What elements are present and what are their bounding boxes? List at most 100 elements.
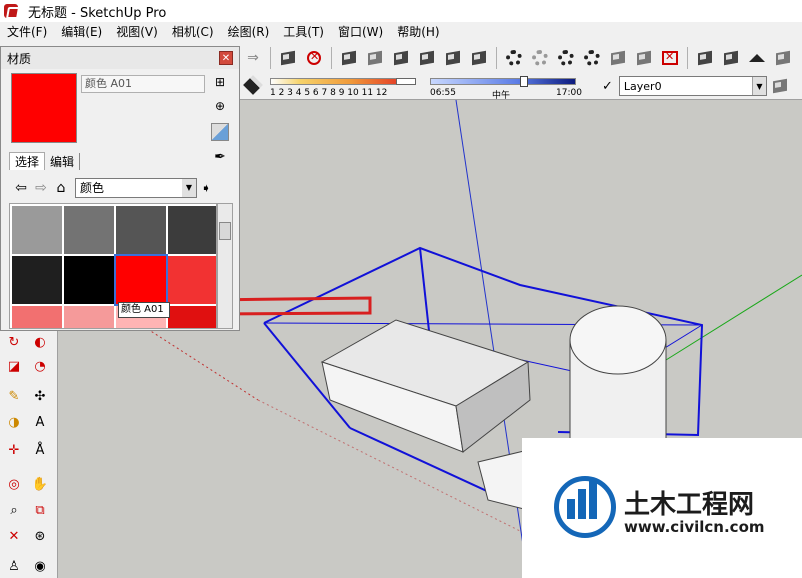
iso-view-icon[interactable] — [338, 47, 360, 69]
back-view-icon[interactable] — [442, 47, 464, 69]
print-icon[interactable] — [277, 47, 299, 69]
eyedropper-icon[interactable]: ✒ — [211, 149, 229, 167]
material-swatch[interactable] — [116, 206, 166, 254]
materials-panel-title: 材质 — [7, 51, 32, 66]
component-share-icon[interactable] — [720, 47, 742, 69]
month-slider-thumb[interactable] — [396, 78, 416, 85]
menu-file[interactable]: 文件(F) — [0, 22, 54, 42]
watermark-title: 土木工程网 — [624, 490, 755, 520]
scale-icon[interactable]: ◪ — [4, 356, 24, 376]
previous-view-icon[interactable]: ⊛ — [30, 526, 50, 546]
swatch-scrollbar[interactable] — [217, 203, 233, 329]
home-icon[interactable]: ⌂ — [51, 180, 71, 196]
menu-edit[interactable]: 编辑(E) — [54, 22, 109, 42]
material-swatch-selected[interactable] — [114, 254, 168, 306]
offset-icon[interactable]: ◔ — [30, 356, 50, 376]
material-swatch[interactable] — [168, 256, 216, 304]
layer-name: Layer0 — [623, 79, 662, 93]
collection-dropdown[interactable]: 颜色 ▼ — [75, 178, 197, 198]
shadow-toolbar: 1 2 3 4 5 6 7 8 9 10 11 12 06:55 中午 17:0… — [240, 74, 590, 101]
time-end-label: 17:00 — [556, 88, 582, 98]
look-around-icon[interactable]: ◉ — [30, 556, 50, 576]
menu-help[interactable]: 帮助(H) — [390, 22, 446, 42]
pan-icon[interactable]: ✋ — [30, 474, 50, 494]
chevron-down-icon[interactable]: ▼ — [182, 179, 196, 197]
menu-tools[interactable]: 工具(T) — [276, 22, 331, 42]
material-swatch[interactable] — [12, 256, 62, 304]
menu-view[interactable]: 视图(V) — [109, 22, 165, 42]
box-object[interactable] — [320, 319, 531, 453]
shaded-style-icon[interactable] — [581, 47, 603, 69]
materials-panel: 材质 ✕ 颜色 A01 ⊞ ⊕ 选择 编辑 ✒ ⇦ ⇨ ⌂ 颜色 ▼ ➧ — [0, 46, 240, 331]
current-material-preview — [11, 73, 77, 143]
layer-manager-icon[interactable] — [769, 75, 791, 97]
create-material-icon[interactable]: ⊞ — [211, 73, 229, 91]
menu-camera[interactable]: 相机(C) — [165, 22, 221, 42]
material-swatch[interactable] — [168, 306, 216, 328]
material-swatch[interactable] — [64, 206, 114, 254]
eraser-icon[interactable] — [243, 75, 263, 95]
close-icon[interactable]: ✕ — [219, 51, 233, 65]
layer-dropdown[interactable]: Layer0 ▼ — [618, 76, 767, 96]
menu-bar: 文件(F) 编辑(E) 视图(V) 相机(C) 绘图(R) 工具(T) 窗口(W… — [0, 22, 802, 42]
back-arrow-icon[interactable]: ⇦ — [11, 180, 31, 196]
rotate-icon[interactable]: ↻ — [4, 332, 24, 352]
checkmark-icon: ✓ — [602, 78, 613, 94]
toolbar-divider — [496, 47, 497, 69]
details-arrow-icon[interactable]: ➧ — [201, 181, 211, 195]
default-material-icon[interactable] — [211, 123, 229, 141]
materials-nav: ⇦ ⇨ ⌂ 颜色 ▼ ➧ — [11, 177, 233, 199]
left-tool-palette: ↻ ◐ ◪ ◔ ✎ ✣ ◑ A ✛ Å ◎ ✋ ⌕ ⧉ ✕ ⊛ ♙ ◉ — [0, 330, 58, 578]
material-swatch-grid — [9, 203, 217, 329]
material-swatch[interactable] — [64, 306, 114, 328]
text-icon[interactable]: A — [30, 412, 50, 432]
warehouse-icon[interactable] — [694, 47, 716, 69]
menu-window[interactable]: 窗口(W) — [331, 22, 390, 42]
material-swatch[interactable] — [168, 206, 216, 254]
section-plane-icon[interactable] — [659, 47, 681, 69]
material-swatch[interactable] — [12, 306, 62, 328]
cylinder-object[interactable] — [569, 305, 667, 440]
time-slider-thumb[interactable] — [520, 76, 528, 87]
forward-arrow-icon[interactable]: ⇨ — [31, 180, 51, 196]
3d-text-icon[interactable]: Å — [30, 440, 50, 460]
tape-measure-icon[interactable]: ✎ — [4, 386, 24, 406]
dimension-icon[interactable]: ✣ — [30, 386, 50, 406]
position-camera-icon[interactable]: ♙ — [4, 556, 24, 576]
left-view-icon[interactable] — [468, 47, 490, 69]
protractor-icon[interactable]: ◑ — [4, 412, 24, 432]
time-slider[interactable] — [430, 78, 576, 85]
month-slider[interactable] — [270, 78, 416, 85]
main-toolbar: ⇒ — [240, 44, 796, 72]
front-view-icon[interactable] — [390, 47, 412, 69]
material-swatch[interactable] — [12, 206, 62, 254]
material-name-field[interactable]: 颜色 A01 — [81, 75, 205, 93]
monochrome-style-icon[interactable] — [633, 47, 655, 69]
menu-draw[interactable]: 绘图(R) — [221, 22, 277, 42]
right-view-icon[interactable] — [416, 47, 438, 69]
layer-toolbar: ✓ Layer0 ▼ — [596, 74, 793, 98]
lower-block-object[interactable] — [477, 449, 529, 511]
axes-icon[interactable]: ✛ — [4, 440, 24, 460]
texture-style-icon[interactable] — [607, 47, 629, 69]
zoom-extents-icon[interactable]: ✕ — [4, 526, 24, 546]
tab-edit[interactable]: 编辑 — [45, 152, 81, 170]
camera-icon[interactable] — [772, 47, 794, 69]
chevron-down-icon[interactable]: ▼ — [751, 77, 766, 95]
home-icon[interactable] — [746, 47, 768, 69]
orbit-icon[interactable]: ◎ — [4, 474, 24, 494]
material-swatch[interactable] — [64, 256, 114, 304]
month-labels: 1 2 3 4 5 6 7 8 9 10 11 12 — [270, 88, 388, 98]
tab-select[interactable]: 选择 — [9, 152, 46, 170]
follow-me-icon[interactable]: ◐ — [30, 332, 50, 352]
top-view-icon[interactable] — [364, 47, 386, 69]
redo-arrow-icon[interactable]: ⇒ — [242, 47, 264, 69]
scrollbar-thumb[interactable] — [219, 222, 231, 240]
hidden-line-style-icon[interactable] — [555, 47, 577, 69]
zoom-window-icon[interactable]: ⧉ — [30, 500, 50, 520]
zoom-icon[interactable]: ⌕ — [4, 500, 24, 520]
model-info-icon[interactable] — [303, 47, 325, 69]
paint-bucket-icon[interactable]: ⊕ — [211, 97, 229, 115]
xray-style-icon[interactable] — [503, 47, 525, 69]
wireframe-style-icon[interactable] — [529, 47, 551, 69]
